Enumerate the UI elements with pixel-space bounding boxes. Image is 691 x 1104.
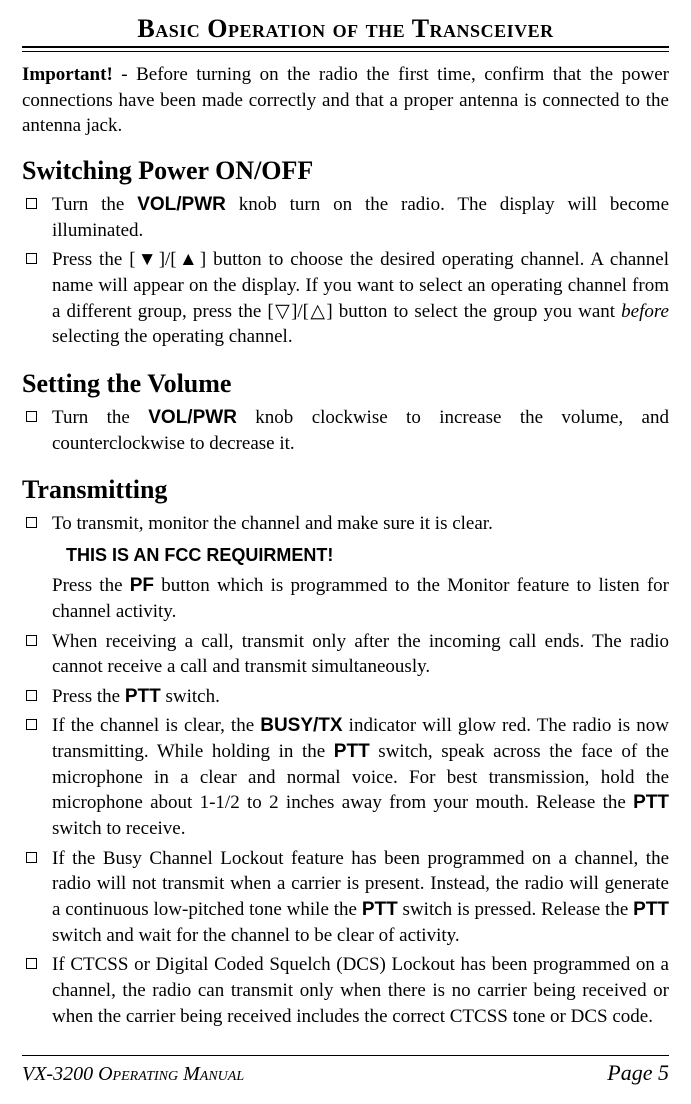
title-rule bbox=[22, 46, 669, 52]
label-ptt: PTT bbox=[125, 686, 161, 707]
text: Turn the bbox=[52, 194, 137, 215]
text: Turn the bbox=[52, 407, 148, 428]
label-ptt: PTT bbox=[362, 899, 398, 920]
text: switch and wait for the channel to be cl… bbox=[52, 925, 460, 946]
up-open-triangle-icon: △ bbox=[309, 301, 326, 322]
list-item: If the channel is clear, the BUSY/TX ind… bbox=[22, 713, 669, 841]
down-open-triangle-icon: ▽ bbox=[274, 301, 291, 322]
footer-page-number: Page 5 bbox=[607, 1060, 669, 1086]
page: Basic Operation of the Transceiver Impor… bbox=[0, 0, 691, 1104]
label-vol-pwr: VOL/PWR bbox=[148, 407, 237, 428]
label-vol-pwr: VOL/PWR bbox=[137, 194, 226, 215]
text: To transmit, monitor the channel and mak… bbox=[52, 513, 493, 534]
text: Press the bbox=[52, 686, 125, 707]
text: If CTCSS or Digital Coded Squelch (DCS) … bbox=[52, 954, 669, 1026]
text: ] button to select the group you want bbox=[326, 301, 621, 322]
list-item: Press the PTT switch. bbox=[22, 684, 669, 710]
list-item: Turn the VOL/PWR knob clockwise to incre… bbox=[22, 405, 669, 456]
page-title: Basic Operation of the Transceiver bbox=[22, 14, 669, 46]
text: switch is pressed. Release the bbox=[398, 899, 633, 920]
intro-lead: Important! bbox=[22, 64, 113, 85]
power-list: Turn the VOL/PWR knob turn on the radio.… bbox=[22, 192, 669, 350]
list-item: Turn the VOL/PWR knob turn on the radio.… bbox=[22, 192, 669, 243]
list-item: To transmit, monitor the channel and mak… bbox=[22, 511, 669, 624]
emphasis-before: before bbox=[621, 301, 669, 322]
label-ptt: PTT bbox=[633, 899, 669, 920]
text: selecting the operating channel. bbox=[52, 326, 293, 347]
text: ]/[ bbox=[291, 301, 309, 322]
up-filled-triangle-icon: ▲ bbox=[177, 249, 200, 270]
list-item: If the Busy Channel Lockout feature has … bbox=[22, 846, 669, 949]
heading-power: Switching Power ON/OFF bbox=[22, 153, 669, 188]
body: Important! - Before turning on the radio… bbox=[22, 62, 669, 1049]
down-filled-triangle-icon: ▼ bbox=[136, 249, 159, 270]
label-ptt: PTT bbox=[633, 792, 669, 813]
text: ]/[ bbox=[159, 249, 177, 270]
intro-rest: - Before turning on the radio the first … bbox=[22, 64, 669, 136]
label-ptt: PTT bbox=[334, 741, 370, 762]
footer: VX-3200 Operating Manual Page 5 bbox=[22, 1055, 669, 1086]
label-pf: PF bbox=[130, 575, 154, 596]
text: If the channel is clear, the bbox=[52, 715, 260, 736]
text: When receiving a call, transmit only aft… bbox=[52, 631, 669, 678]
list-item: Press the [▼]/[▲] button to choose the d… bbox=[22, 247, 669, 350]
fcc-notice: THIS IS AN FCC REQUIRMENT! bbox=[66, 543, 669, 567]
intro-paragraph: Important! - Before turning on the radio… bbox=[22, 62, 669, 139]
sub-paragraph: Press the PF button which is programmed … bbox=[52, 573, 669, 624]
text: switch to receive. bbox=[52, 818, 185, 839]
heading-volume: Setting the Volume bbox=[22, 366, 669, 401]
volume-list: Turn the VOL/PWR knob clockwise to incre… bbox=[22, 405, 669, 456]
tx-list: To transmit, monitor the channel and mak… bbox=[22, 511, 669, 1029]
label-busy-tx: BUSY/TX bbox=[260, 715, 342, 736]
list-item: If CTCSS or Digital Coded Squelch (DCS) … bbox=[22, 952, 669, 1029]
list-item: When receiving a call, transmit only aft… bbox=[22, 629, 669, 680]
footer-manual-title: VX-3200 Operating Manual bbox=[22, 1063, 244, 1086]
heading-transmitting: Transmitting bbox=[22, 472, 669, 507]
text: Press the bbox=[52, 575, 130, 596]
text: switch. bbox=[161, 686, 220, 707]
text: Press the [ bbox=[52, 249, 136, 270]
